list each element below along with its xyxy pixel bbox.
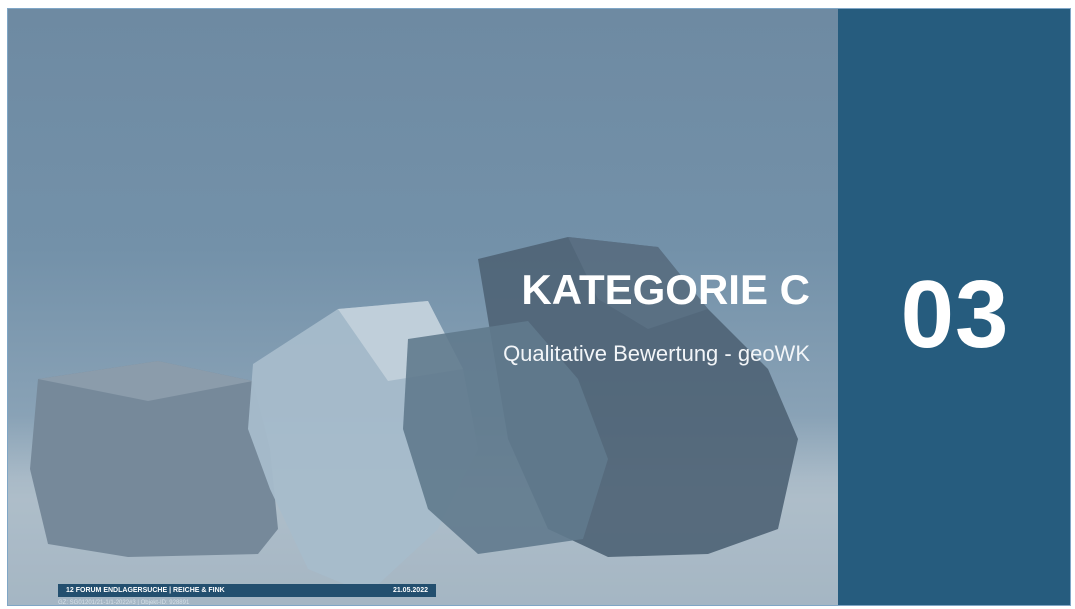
section-number: 03 bbox=[900, 261, 1010, 368]
footer-event-label: 12 FORUM ENDLAGERSUCHE | REICHE & FINK bbox=[66, 587, 225, 594]
title-slide: KATEGORIE C Qualitative Bewertung - geoW… bbox=[7, 8, 1071, 606]
slide-subtitle: Qualitative Bewertung - geoWK bbox=[503, 341, 810, 366]
footer-identifier: GZ: SG01201/21-1/1-2022#3 | Objekt-ID: 9… bbox=[58, 600, 190, 606]
slide-title: KATEGORIE C bbox=[521, 266, 810, 313]
section-panel: 03 bbox=[838, 9, 1070, 605]
footer-bar: 12 FORUM ENDLAGERSUCHE | REICHE & FINK 2… bbox=[58, 584, 436, 597]
footer-date: 21.05.2022 bbox=[392, 587, 428, 594]
